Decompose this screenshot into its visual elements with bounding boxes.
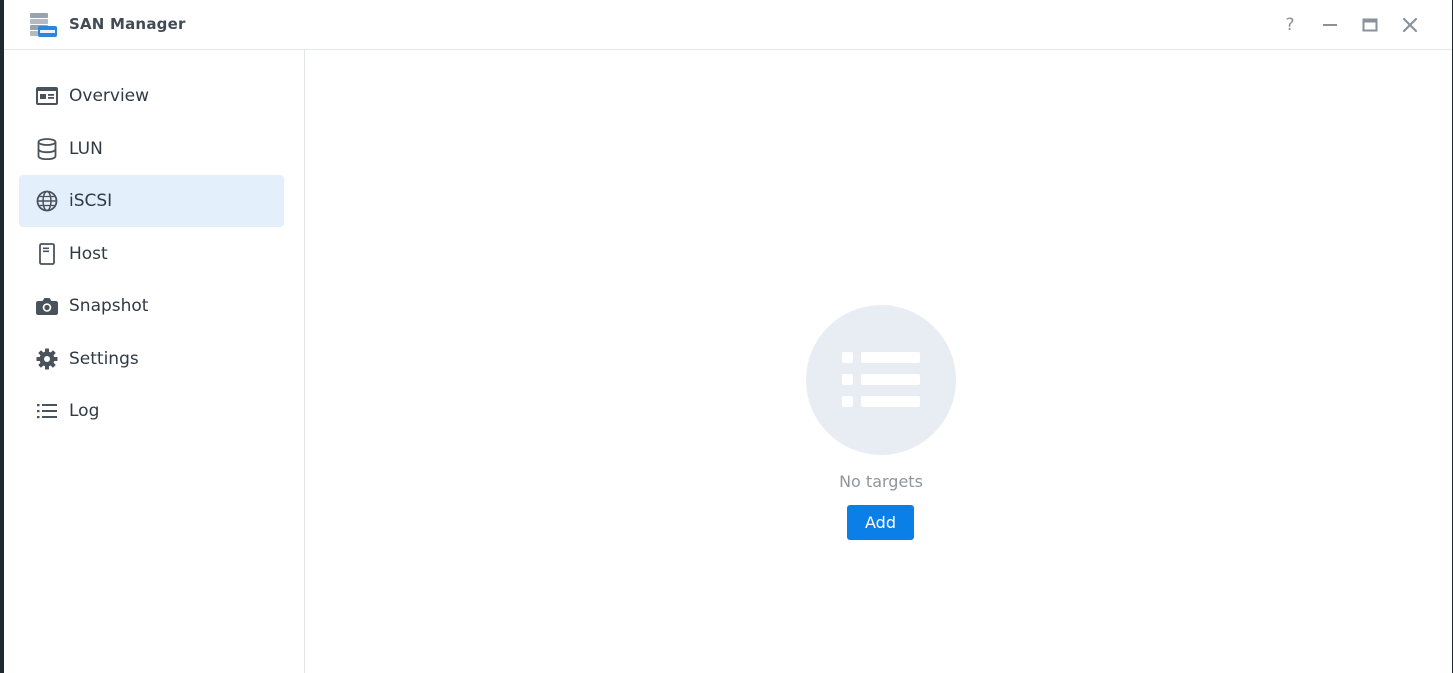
sidebar-item-label: Log [69,401,100,421]
add-target-button[interactable]: Add [847,505,914,540]
list-icon [842,352,920,407]
title-bar: SAN Manager ? [4,0,1452,50]
maximize-icon [1362,18,1378,32]
overview-card-icon [36,85,58,107]
sidebar-item-label: Overview [69,86,150,106]
sidebar-item-iscsi[interactable]: iSCSI [19,175,284,227]
sidebar-item-lun[interactable]: LUN [19,123,284,175]
san-manager-window: SAN Manager ? Overview LUN iSCSI Host Sn… [4,0,1452,673]
sidebar-item-host[interactable]: Host [19,228,284,280]
help-icon: ? [1285,14,1295,35]
sidebar-item-snapshot[interactable]: Snapshot [19,280,284,332]
globe-icon [36,190,58,212]
minimize-button[interactable] [1310,13,1350,37]
database-icon [36,137,58,160]
maximize-button[interactable] [1350,13,1390,37]
close-button[interactable] [1390,13,1430,37]
server-host-icon [36,242,58,265]
sidebar-nav: Overview LUN iSCSI Host Snapshot Setting… [19,70,284,438]
empty-state-illustration [806,305,956,455]
window-controls: ? [1270,13,1430,37]
sidebar-item-label: Settings [69,348,139,369]
camera-icon [36,295,58,317]
help-button[interactable]: ? [1270,13,1310,37]
gear-icon [36,348,58,370]
sidebar-item-log[interactable]: Log [19,385,284,437]
sidebar-item-label: Snapshot [69,296,149,316]
list-icon [36,400,58,422]
sidebar-item-settings[interactable]: Settings [19,333,284,385]
san-manager-app-icon [30,13,57,37]
main-content: No targets Add [305,50,1452,673]
sidebar-item-label: LUN [69,138,103,159]
sidebar-item-label: Host [69,243,108,264]
close-icon [1402,17,1418,33]
sidebar: Overview LUN iSCSI Host Snapshot Setting… [4,50,305,673]
window-title: SAN Manager [69,15,186,33]
minimize-icon [1323,24,1337,26]
sidebar-item-overview[interactable]: Overview [19,70,284,122]
empty-state-message: No targets [839,472,923,491]
sidebar-item-label: iSCSI [69,191,113,211]
